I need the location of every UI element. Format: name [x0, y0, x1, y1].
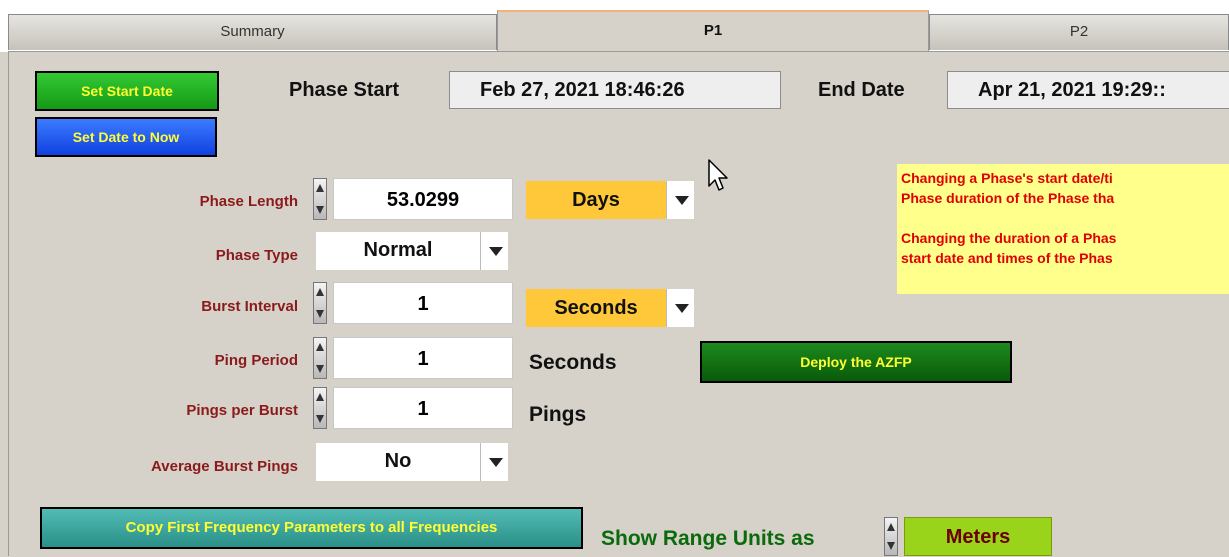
- info-note: Changing a Phase's start date/ti Phase d…: [897, 164, 1229, 294]
- mouse-cursor-icon: [708, 159, 728, 191]
- phase-type-dropdown-icon[interactable]: [480, 232, 508, 270]
- set-date-to-now-button[interactable]: Set Date to Now: [35, 117, 217, 157]
- phase-start-field[interactable]: Feb 27, 2021 18:46:26: [449, 71, 781, 109]
- phase-type-label: Phase Type: [215, 247, 298, 264]
- tab-summary[interactable]: Summary: [8, 14, 497, 50]
- ping-period-stepper[interactable]: [313, 337, 327, 379]
- phase-length-label: Phase Length: [199, 193, 298, 210]
- pings-per-burst-unit: Pings: [529, 403, 587, 426]
- pings-per-burst-label: Pings per Burst: [186, 402, 298, 419]
- phase-length-input[interactable]: 53.0299: [333, 178, 513, 220]
- phase-length-unit-dropdown-icon[interactable]: [666, 181, 694, 219]
- tab-p1-label: P1: [703, 22, 723, 39]
- average-burst-pings-dropdown-icon[interactable]: [480, 443, 508, 481]
- deploy-azfp-button[interactable]: Deploy the AZFP: [700, 341, 1012, 383]
- copy-frequency-parameters-button[interactable]: Copy First Frequency Parameters to all F…: [40, 507, 583, 549]
- tab-p2-label: P2: [1069, 23, 1089, 40]
- tab-summary-label: Summary: [220, 23, 285, 40]
- panel-border-top: [8, 51, 1229, 52]
- tab-bar: Summary P1 P2: [0, 0, 1229, 52]
- burst-interval-unit-dropdown-icon[interactable]: [666, 289, 694, 327]
- range-units-value[interactable]: Meters: [904, 517, 1052, 556]
- note-line-4: start date and times of the Phas: [901, 250, 1113, 266]
- set-start-date-button[interactable]: Set Start Date: [35, 71, 219, 111]
- set-date-to-now-label: Set Date to Now: [72, 129, 180, 145]
- end-date-field[interactable]: Apr 21, 2021 19:29::: [947, 71, 1229, 109]
- panel-border-left: [8, 51, 9, 556]
- phase-length-unit-select[interactable]: Days: [526, 181, 666, 219]
- note-line-3: Changing the duration of a Phas: [901, 230, 1117, 246]
- average-burst-pings-select[interactable]: No: [316, 443, 480, 481]
- ping-period-label: Ping Period: [214, 352, 298, 369]
- end-date-label: End Date: [818, 79, 905, 101]
- average-burst-pings-label: Average Burst Pings: [151, 458, 298, 475]
- burst-interval-stepper[interactable]: [313, 282, 327, 324]
- set-start-date-label: Set Start Date: [81, 83, 173, 99]
- burst-interval-unit-select[interactable]: Seconds: [526, 289, 666, 327]
- deploy-azfp-label: Deploy the AZFP: [800, 354, 912, 370]
- pings-per-burst-input[interactable]: 1: [333, 387, 513, 429]
- phase-length-stepper[interactable]: [313, 178, 327, 220]
- tab-p1[interactable]: P1: [497, 10, 929, 52]
- note-line-2: Phase duration of the Phase tha: [901, 190, 1115, 206]
- ping-period-input[interactable]: 1: [333, 337, 513, 379]
- range-units-stepper[interactable]: [884, 517, 898, 556]
- burst-interval-input[interactable]: 1: [333, 282, 513, 324]
- note-line-1: Changing a Phase's start date/ti: [901, 170, 1113, 186]
- tab-p2[interactable]: P2: [929, 14, 1229, 50]
- burst-interval-label: Burst Interval: [201, 298, 298, 315]
- range-units-label: Show Range Units as: [601, 527, 815, 550]
- phase-start-label: Phase Start: [289, 79, 400, 101]
- copy-frequency-parameters-label: Copy First Frequency Parameters to all F…: [125, 519, 498, 536]
- phase-type-select[interactable]: Normal: [316, 232, 480, 270]
- ping-period-unit: Seconds: [529, 351, 617, 374]
- pings-per-burst-stepper[interactable]: [313, 387, 327, 429]
- note-spacer: [901, 208, 1229, 228]
